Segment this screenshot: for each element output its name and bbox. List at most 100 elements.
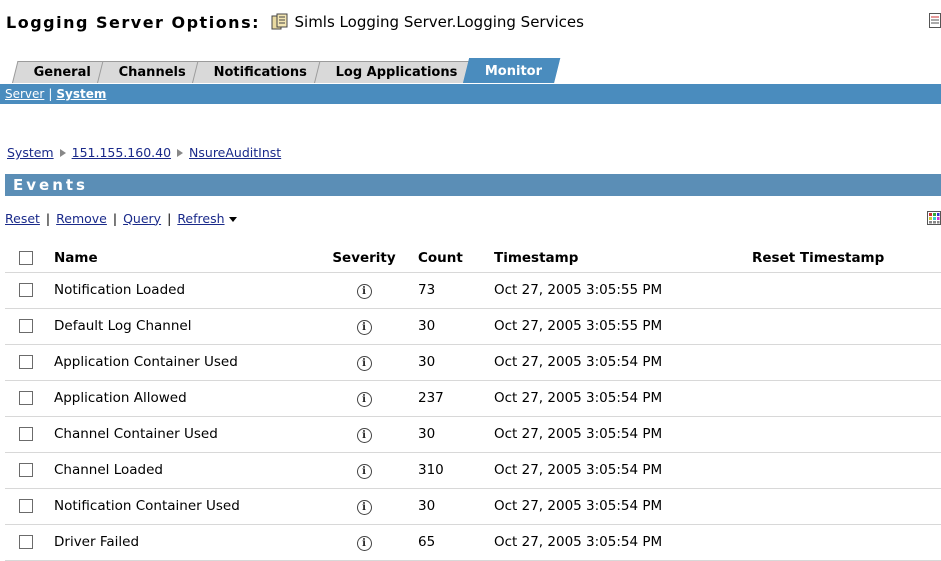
table-row[interactable]: Channel Loaded i 310 Oct 27, 2005 3:05:54 P… [5, 452, 941, 489]
severity-cell: i [318, 416, 410, 453]
reset-link[interactable]: Reset [5, 211, 40, 226]
subnav-separator: | [48, 87, 53, 101]
event-name: Notification Loaded [35, 272, 318, 309]
page-title: Logging Server Options [6, 12, 253, 32]
action-separator: | [167, 210, 172, 226]
event-count: 310 [410, 452, 494, 489]
refresh-dropdown-icon[interactable] [228, 216, 237, 222]
tab-label: Notifications [213, 65, 308, 80]
column-header-reset-timestamp[interactable]: Reset Timestamp [752, 244, 941, 273]
breadcrumb-server-ip[interactable]: 151.155.160.40 [72, 145, 171, 160]
event-timestamp: Oct 27, 2005 3:05:54 PM [494, 524, 752, 561]
event-name: Channel Loaded [35, 452, 318, 489]
event-name: Channel Container Used [35, 416, 318, 453]
severity-cell: i [318, 524, 410, 561]
row-checkbox-cell [5, 488, 35, 525]
edit-properties-icon[interactable] [929, 12, 941, 30]
severity-cell: i [318, 344, 410, 381]
row-checkbox-cell [5, 272, 35, 309]
info-icon: i [356, 499, 372, 515]
tab-label: Channels [118, 65, 186, 80]
breadcrumb-arrow-icon [59, 148, 66, 157]
tab-channels[interactable]: Channels [97, 61, 204, 83]
table-row[interactable]: Driver Failed i 65 Oct 27, 2005 3:05:54 PM [5, 524, 941, 561]
table-row[interactable]: Application Container Used i 30 Oct 27, 200… [5, 344, 941, 381]
events-action-bar: Reset | Remove | Query | Refresh [5, 208, 941, 228]
refresh-link[interactable]: Refresh [177, 211, 224, 226]
tab-notifications[interactable]: Notifications [192, 61, 325, 83]
row-checkbox[interactable] [19, 427, 33, 441]
subnav-link-system[interactable]: System [56, 87, 106, 101]
select-all-cell [5, 244, 35, 273]
event-name: Default Log Channel [35, 308, 318, 345]
event-reset-timestamp [752, 416, 941, 453]
row-checkbox[interactable] [19, 535, 33, 549]
row-checkbox[interactable] [19, 355, 33, 369]
row-checkbox[interactable] [19, 391, 33, 405]
info-icon: i [356, 283, 372, 299]
info-icon: i [356, 427, 372, 443]
event-name: Application Allowed [35, 380, 318, 417]
breadcrumb: System 151.155.160.40 NsureAuditInst [7, 145, 281, 160]
column-header-name[interactable]: Name [35, 244, 318, 273]
event-timestamp: Oct 27, 2005 3:05:55 PM [494, 272, 752, 309]
severity-cell: i [318, 380, 410, 417]
event-count: 65 [410, 524, 494, 561]
tab-general[interactable]: General [12, 61, 109, 83]
row-checkbox-cell [5, 380, 35, 417]
event-timestamp: Oct 27, 2005 3:05:54 PM [494, 380, 752, 417]
page-header: Logging Server Options : Simls Logging S… [6, 10, 941, 34]
info-icon: i [356, 391, 372, 407]
column-header-severity[interactable]: Severity [318, 244, 410, 273]
tab-monitor[interactable]: Monitor [463, 58, 561, 83]
table-row[interactable]: Channel Container Used i 30 Oct 27, 2005 3:… [5, 416, 941, 453]
severity-cell: i [318, 452, 410, 489]
events-table: Name Severity Count Timestamp Reset Time… [5, 244, 941, 561]
event-name: Driver Failed [35, 524, 318, 561]
event-name: Notification Container Used [35, 488, 318, 525]
info-icon: i [356, 319, 372, 335]
remove-link[interactable]: Remove [56, 211, 107, 226]
row-checkbox[interactable] [19, 283, 33, 297]
column-header-timestamp[interactable]: Timestamp [494, 244, 752, 273]
event-count: 73 [410, 272, 494, 309]
breadcrumb-instance[interactable]: NsureAuditInst [189, 145, 281, 160]
table-row[interactable]: Application Allowed i 237 Oct 27, 2005 3:05… [5, 380, 941, 417]
event-reset-timestamp [752, 524, 941, 561]
event-reset-timestamp [752, 272, 941, 309]
breadcrumb-system[interactable]: System [7, 145, 54, 160]
column-header-count[interactable]: Count [410, 244, 494, 273]
event-reset-timestamp [752, 380, 941, 417]
title-colon: : [252, 12, 259, 32]
tab-bar: General Channels Notifications Log Appli… [12, 58, 561, 83]
event-timestamp: Oct 27, 2005 3:05:54 PM [494, 416, 752, 453]
column-chooser-icon[interactable] [927, 211, 941, 225]
tab-label: General [33, 65, 91, 80]
event-timestamp: Oct 27, 2005 3:05:55 PM [494, 308, 752, 345]
severity-cell: i [318, 488, 410, 525]
event-name: Application Container Used [35, 344, 318, 381]
row-checkbox[interactable] [19, 319, 33, 333]
severity-cell: i [318, 308, 410, 345]
row-checkbox-cell [5, 524, 35, 561]
table-row[interactable]: Default Log Channel i 30 Oct 27, 2005 3:05:… [5, 308, 941, 345]
table-header-row: Name Severity Count Timestamp Reset Time… [5, 244, 941, 273]
tab-label: Log Applications [335, 65, 457, 80]
info-icon: i [356, 355, 372, 371]
subnav-link-server[interactable]: Server [5, 87, 44, 101]
event-count: 237 [410, 380, 494, 417]
events-panel-title: Events [5, 174, 941, 196]
query-link[interactable]: Query [123, 211, 161, 226]
action-separator: | [45, 210, 51, 226]
server-object-icon [271, 13, 289, 31]
event-count: 30 [410, 488, 494, 525]
action-separator: | [112, 210, 118, 226]
object-name: Simls Logging Server.Logging Services [294, 13, 584, 31]
row-checkbox[interactable] [19, 463, 33, 477]
table-row[interactable]: Notification Loaded i 73 Oct 27, 2005 3:05:… [5, 272, 941, 309]
tab-log-applications[interactable]: Log Applications [313, 61, 475, 83]
table-row[interactable]: Notification Container Used i 30 Oct 27, 20… [5, 488, 941, 525]
row-checkbox[interactable] [19, 499, 33, 513]
event-count: 30 [410, 308, 494, 345]
select-all-checkbox[interactable] [19, 250, 33, 265]
